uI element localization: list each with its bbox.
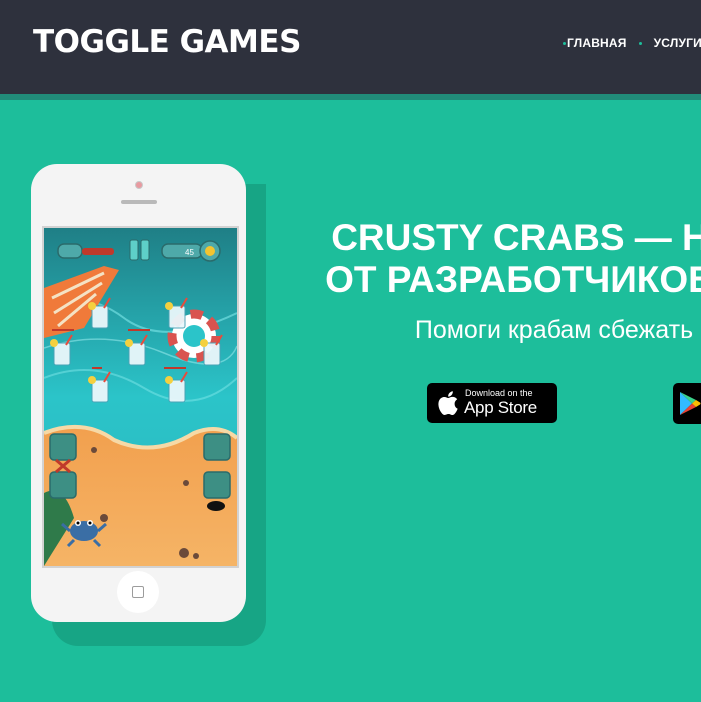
app-store-button[interactable]: Download on the App Store xyxy=(427,383,557,423)
nav-separator-dot xyxy=(638,41,642,45)
game-hud-counter: 45 xyxy=(185,248,194,257)
home-button-icon xyxy=(117,571,159,613)
nav-item-home[interactable]: ГЛАВНАЯ xyxy=(567,36,627,50)
site-logo[interactable]: TOGGLE GAMES xyxy=(33,24,301,60)
nav-separator-dot xyxy=(563,41,566,45)
app-store-small-text: Download on the xyxy=(465,388,533,398)
nav-item-services[interactable]: УСЛУГИ xyxy=(654,36,701,50)
camera-icon xyxy=(135,181,143,189)
hero-headline-line1: CRUSTY CRABS — Н xyxy=(331,217,701,258)
phone-mockup: 45 xyxy=(31,164,246,622)
site-header: TOGGLE GAMES ГЛАВНАЯ УСЛУГИ xyxy=(0,0,701,94)
game-scene-illustration: 45 xyxy=(44,228,237,566)
phone-speaker xyxy=(121,200,157,204)
header-shadow xyxy=(0,94,701,100)
home-button-square xyxy=(132,586,144,598)
app-store-big-text: App Store xyxy=(464,398,537,417)
google-play-icon xyxy=(680,392,701,415)
main-nav: ГЛАВНАЯ УСЛУГИ xyxy=(563,36,701,50)
hero-subtitle: Помоги крабам сбежать xyxy=(414,316,694,344)
hero-headline-line2: ОТ РАЗРАБОТЧИКОВ xyxy=(325,259,701,300)
hero-headline: CRUSTY CRABS — Н ОТ РАЗРАБОТЧИКОВ xyxy=(240,217,701,301)
game-screenshot: 45 xyxy=(42,226,239,568)
google-play-button[interactable] xyxy=(673,383,701,424)
apple-icon xyxy=(438,391,458,415)
